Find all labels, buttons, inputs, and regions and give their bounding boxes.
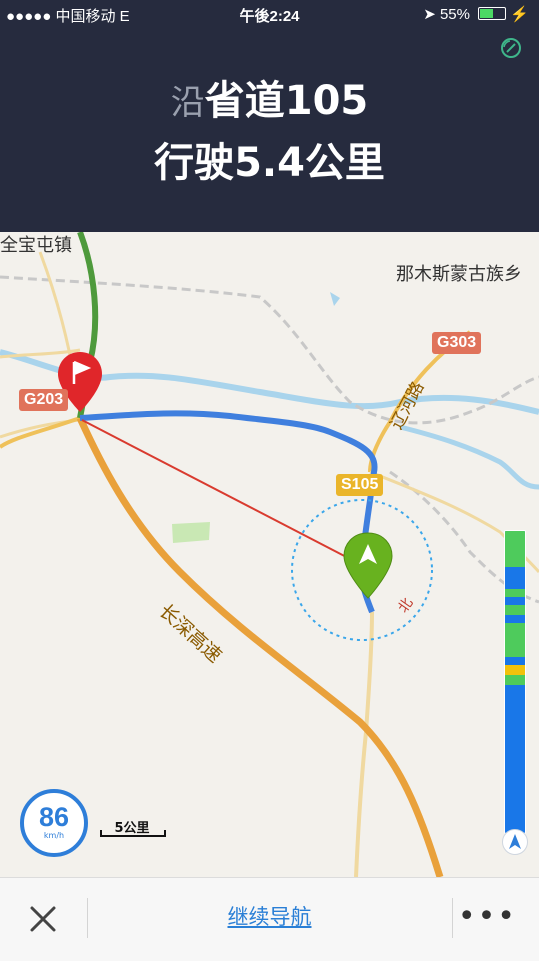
location-arrow-icon: ➤ xyxy=(423,6,436,23)
map-view[interactable]: 全宝屯镇 那木斯蒙古族乡 G303 G203 S105 辽河路 长深高速 北 xyxy=(0,232,539,877)
road-name: 省道105 xyxy=(204,78,369,124)
navigation-header: 沿省道105 行驶5.4公里 xyxy=(0,30,539,232)
traffic-segment-clear xyxy=(505,589,525,597)
road-instruction: 沿省道105 xyxy=(0,76,539,128)
remaining-distance: 5.4公里 xyxy=(234,140,385,186)
navigation-arrow-icon xyxy=(509,834,521,849)
satellite-signal-icon xyxy=(501,38,521,58)
instruction-action: 行驶 xyxy=(154,140,235,186)
more-options-icon[interactable]: ••• xyxy=(458,902,517,932)
compass-button[interactable] xyxy=(502,829,528,855)
speed-indicator: 86 km/h xyxy=(20,789,88,857)
expressway xyxy=(76,416,444,877)
river-branch xyxy=(399,424,539,490)
traffic-progress-bar xyxy=(504,530,526,834)
traffic-segment-slow xyxy=(505,665,525,675)
status-bar: ●●●●● 中国移动 E 午後2:24 ➤ 55% ⚡ xyxy=(0,0,539,30)
charging-icon: ⚡ xyxy=(510,6,529,23)
continue-navigation-button[interactable]: 继续导航 xyxy=(88,902,451,932)
road-shield-s105: S105 xyxy=(336,474,384,496)
scale-bar: 5公里 xyxy=(100,817,166,837)
lake xyxy=(330,292,340,306)
road-shield-g203: G203 xyxy=(19,389,69,411)
park-area xyxy=(172,522,210,543)
scale-line xyxy=(100,830,166,837)
direct-line xyxy=(81,419,357,563)
battery-icon xyxy=(478,7,507,20)
speed-unit: km/h xyxy=(43,831,65,840)
bottom-bar: 继续导航 ••• xyxy=(0,877,539,961)
place-label-namusi: 那木斯蒙古族乡 xyxy=(396,264,522,285)
status-right: ➤ 55% ⚡ xyxy=(423,5,529,23)
instruction-prefix: 沿 xyxy=(170,83,205,123)
route-line xyxy=(79,410,378,614)
traffic-segment-clear xyxy=(505,623,525,657)
s105-south xyxy=(354,611,374,877)
current-location-pin-icon xyxy=(343,532,393,599)
distance-instruction: 行驶5.4公里 xyxy=(0,138,539,188)
map-canvas xyxy=(0,232,539,877)
place-label-quanbaotun: 全宝屯镇 xyxy=(0,235,72,256)
close-icon[interactable] xyxy=(26,902,60,936)
speed-value: 86 xyxy=(38,802,70,832)
battery-percent: 55% xyxy=(439,6,470,23)
traffic-segment-clear xyxy=(505,531,525,567)
traffic-segment-clear xyxy=(505,605,525,615)
road-shield-g303: G303 xyxy=(432,332,482,354)
divider xyxy=(452,898,453,938)
traffic-segment-clear xyxy=(505,675,525,685)
